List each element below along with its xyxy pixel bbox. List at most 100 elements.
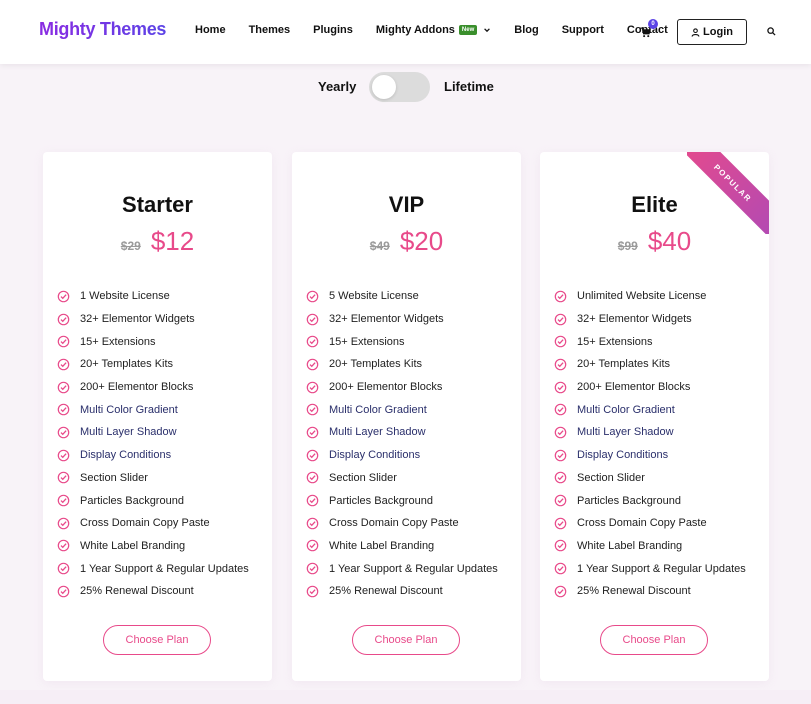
feature-label: Display Conditions <box>329 449 421 462</box>
check-circle-icon <box>554 358 567 371</box>
price-row: $29 $12 <box>43 226 272 257</box>
check-circle-icon <box>306 290 319 303</box>
login-label: Login <box>703 26 733 38</box>
feature-label: Multi Layer Shadow <box>329 426 426 439</box>
check-circle-icon <box>57 313 70 325</box>
feature-item: 1 Year Support & Regular Updates <box>554 557 746 580</box>
check-circle-icon <box>57 290 70 303</box>
feature-item: Cross Domain Copy Paste <box>306 512 498 535</box>
plan-price: 20 <box>414 226 444 256</box>
feature-item: White Label Branding <box>554 535 746 558</box>
feature-label: 32+ Elementor Widgets <box>329 313 444 326</box>
nav-support[interactable]: Support <box>562 24 604 36</box>
feature-label: 1 Year Support & Regular Updates <box>577 562 746 575</box>
check-circle-icon <box>554 540 567 552</box>
plan-price: 12 <box>165 226 195 256</box>
check-circle-icon <box>57 335 70 348</box>
logo[interactable]: Mighty Themes <box>39 19 166 40</box>
feature-label: 25% Renewal Discount <box>329 585 443 598</box>
feature-item: 32+ Elementor Widgets <box>306 308 498 331</box>
check-circle-icon <box>57 494 70 507</box>
feature-label: Section Slider <box>80 471 148 484</box>
currency-symbol: $ <box>399 226 415 256</box>
feature-item: Unlimited Website License <box>554 285 746 308</box>
check-circle-icon <box>57 540 70 552</box>
feature-item: White Label Branding <box>306 535 498 558</box>
feature-label: 15+ Extensions <box>80 335 156 348</box>
feature-item: 20+ Templates Kits <box>554 353 746 376</box>
feature-item: 5 Website License <box>306 285 498 308</box>
feature-item: Multi Layer Shadow <box>554 421 746 444</box>
cart-count-badge: 0 <box>648 19 658 29</box>
feature-label: 32+ Elementor Widgets <box>80 313 195 326</box>
check-circle-icon <box>554 517 567 530</box>
choose-plan-button[interactable]: Choose Plan <box>103 625 211 655</box>
feature-label: Particles Background <box>577 494 681 507</box>
price-row: $99 $40 <box>540 226 769 257</box>
feature-label: Multi Layer Shadow <box>80 426 177 439</box>
feature-item: Multi Layer Shadow <box>306 421 498 444</box>
check-circle-icon <box>306 494 319 507</box>
feature-item: 15+ Extensions <box>57 330 249 353</box>
search-icon[interactable] <box>767 27 776 36</box>
check-circle-icon <box>306 335 319 348</box>
feature-label: Cross Domain Copy Paste <box>329 517 459 530</box>
feature-label: White Label Branding <box>577 539 683 552</box>
billing-switch[interactable] <box>369 72 430 102</box>
chevron-down-icon <box>484 28 491 33</box>
old-price: $29 <box>120 239 141 253</box>
check-circle-icon <box>554 381 567 393</box>
nav-plugins[interactable]: Plugins <box>313 24 353 36</box>
feature-item: 25% Renewal Discount <box>554 580 746 603</box>
check-circle-icon <box>306 585 319 598</box>
feature-item: Particles Background <box>306 489 498 512</box>
cart-button[interactable]: 0 <box>640 19 658 38</box>
plan-card-elite: POPULAR Elite $99 $40 Unlimited Website Lice… <box>540 152 769 681</box>
check-circle-icon <box>554 403 567 416</box>
main-nav: Home Themes Plugins Mighty Addons New Bl… <box>195 24 691 36</box>
feature-item: Section Slider <box>554 467 746 490</box>
feature-item: 1 Year Support & Regular Updates <box>57 557 249 580</box>
feature-label: 5 Website License <box>329 290 419 303</box>
feature-item: Section Slider <box>57 467 249 490</box>
nav-blog[interactable]: Blog <box>514 24 538 36</box>
feature-item: Display Conditions <box>57 444 249 467</box>
feature-label: Display Conditions <box>577 449 669 462</box>
feature-label: Particles Background <box>80 494 184 507</box>
feature-label: 20+ Templates Kits <box>329 358 423 371</box>
feature-label: White Label Branding <box>329 539 435 552</box>
choose-plan-button[interactable]: Choose Plan <box>600 625 708 655</box>
check-circle-icon <box>554 562 567 575</box>
feature-item: Multi Color Gradient <box>554 398 746 421</box>
check-circle-icon <box>554 290 567 303</box>
feature-label: 20+ Templates Kits <box>577 358 671 371</box>
feature-item: Cross Domain Copy Paste <box>554 512 746 535</box>
cart-icon <box>640 27 651 38</box>
feature-label: Cross Domain Copy Paste <box>577 517 707 530</box>
login-button[interactable]: Login <box>677 19 747 45</box>
choose-plan-button[interactable]: Choose Plan <box>352 625 460 655</box>
old-price: $99 <box>617 239 638 253</box>
feature-label: Cross Domain Copy Paste <box>80 517 210 530</box>
feature-item: 25% Renewal Discount <box>306 580 498 603</box>
nav-themes[interactable]: Themes <box>249 24 291 36</box>
feature-label: 25% Renewal Discount <box>577 585 691 598</box>
check-circle-icon <box>306 540 319 552</box>
yearly-label[interactable]: Yearly <box>318 79 356 94</box>
nav-home[interactable]: Home <box>195 24 226 36</box>
feature-list: Unlimited Website License 32+ Elementor W… <box>554 285 746 603</box>
old-price: $49 <box>369 239 390 253</box>
check-circle-icon <box>306 517 319 530</box>
nav-mighty-addons[interactable]: Mighty Addons New <box>376 24 491 36</box>
check-circle-icon <box>554 426 567 439</box>
plan-name: VIP <box>388 192 425 217</box>
feature-item: Display Conditions <box>306 444 498 467</box>
lifetime-label[interactable]: Lifetime <box>444 79 494 94</box>
feature-label: White Label Branding <box>80 539 186 552</box>
feature-item: Multi Color Gradient <box>57 398 249 421</box>
currency-symbol: $ <box>647 226 663 256</box>
check-circle-icon <box>57 449 70 461</box>
check-circle-icon <box>57 517 70 530</box>
feature-label: 25% Renewal Discount <box>80 585 194 598</box>
feature-item: White Label Branding <box>57 535 249 558</box>
